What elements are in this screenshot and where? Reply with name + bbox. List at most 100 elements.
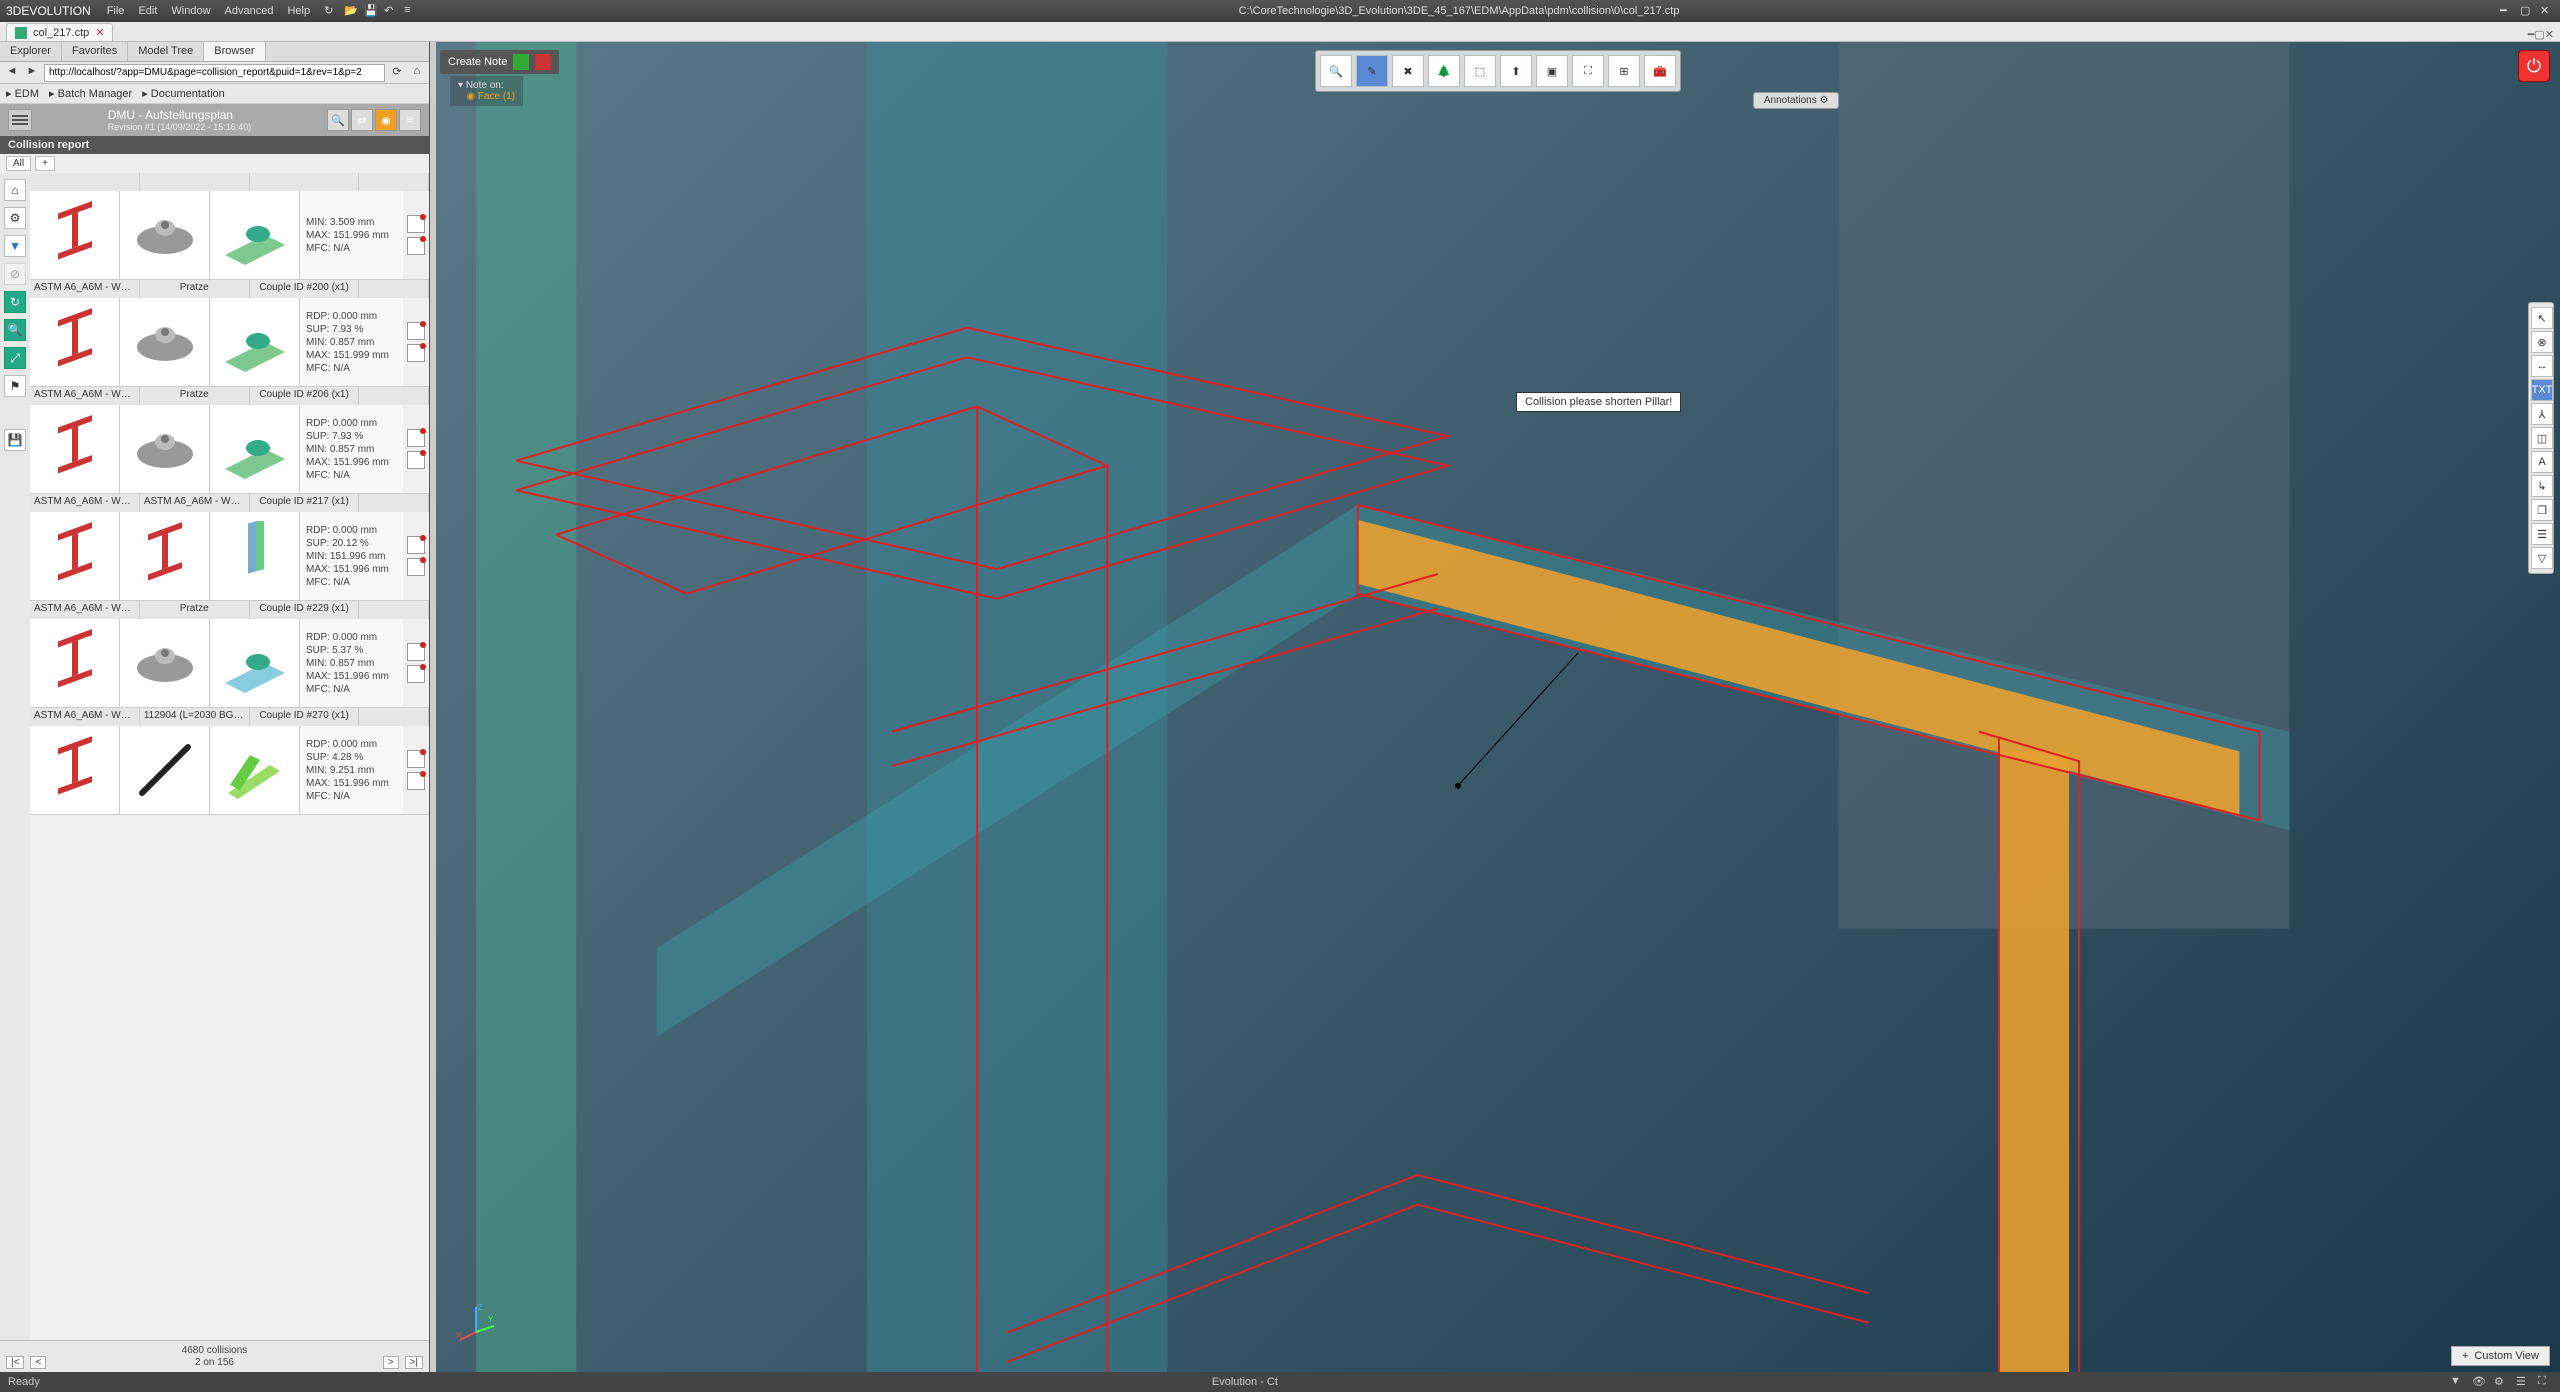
row-action-icon[interactable] (407, 451, 425, 469)
thumb-rod-black[interactable] (120, 726, 210, 814)
back-icon[interactable]: ◄ (4, 65, 20, 81)
page-prev-icon[interactable]: < (30, 1356, 46, 1369)
document-tab[interactable]: col_217.ctp ✕ (6, 23, 113, 41)
axis-gizmo[interactable]: Z Y X (456, 1302, 496, 1342)
tool-search-icon[interactable]: 🔍 (327, 109, 349, 131)
vp-search-icon[interactable]: 🔍 (1320, 55, 1352, 87)
row-action-icon[interactable] (407, 215, 425, 233)
vp-tree-icon[interactable]: 🌲 (1428, 55, 1460, 87)
hamburger-icon[interactable] (8, 109, 32, 131)
row-action-icon[interactable] (407, 665, 425, 683)
thumb-couple-lime[interactable] (210, 726, 300, 814)
collision-row[interactable]: ASTM A6_A6M - W6 x 15 ...ASTM A6_A6M - W… (30, 494, 429, 601)
open-icon[interactable]: 📂 (344, 4, 358, 18)
row-action-icon[interactable] (407, 322, 425, 340)
thumb-couple-green[interactable] (210, 405, 300, 493)
rr-measure-icon[interactable]: ↔ (2531, 355, 2553, 377)
menu-advanced[interactable]: Advanced (225, 5, 274, 17)
tool-highlight-icon[interactable]: ◉ (375, 109, 397, 131)
row-action-icon[interactable] (407, 750, 425, 768)
minimize-icon[interactable]: ━ (2500, 4, 2514, 18)
note-callout[interactable]: Collision please shorten Pillar! (1516, 392, 1681, 412)
vp-annotate-icon[interactable]: ✎ (1356, 55, 1388, 87)
thumb-pratze-grey[interactable] (120, 191, 210, 279)
menu-help[interactable]: Help (287, 5, 310, 17)
thumb-beam-red[interactable] (30, 726, 120, 814)
crumb-edm[interactable]: ▸ EDM (6, 87, 39, 100)
model-view[interactable] (436, 42, 2560, 1372)
rr-filter-icon[interactable]: ▽ (2531, 547, 2553, 569)
filter-all[interactable]: All (6, 156, 31, 171)
rr-target-icon[interactable]: ⊗ (2531, 331, 2553, 353)
collision-row[interactable]: ASTM A6_A6M - W6 x 15 ...PratzeCouple ID… (30, 280, 429, 387)
thumb-beam-red[interactable] (30, 191, 120, 279)
thumb-beam-red[interactable] (30, 619, 120, 707)
reload-icon[interactable]: ⟳ (389, 65, 405, 81)
maximize-icon[interactable]: ▢ (2520, 4, 2534, 18)
custom-view-button[interactable]: + Custom View (2451, 1346, 2550, 1366)
close-tab-icon[interactable]: ✕ (95, 26, 104, 39)
page-next-icon[interactable]: > (383, 1356, 399, 1369)
forward-icon[interactable]: ► (24, 65, 40, 81)
rail-zoom-icon[interactable]: 🔍 (4, 319, 26, 341)
thumb-couple-green[interactable] (210, 298, 300, 386)
row-action-icon[interactable] (407, 237, 425, 255)
tab-favorites[interactable]: Favorites (62, 42, 128, 61)
thumb-beam-red[interactable] (120, 512, 210, 600)
collision-row[interactable]: ASTM A6_A6M - W6 x 15 ...PratzeCouple ID… (30, 601, 429, 708)
vp-section-icon[interactable]: ▣ (1536, 55, 1568, 87)
row-action-icon[interactable] (407, 558, 425, 576)
tool-menu-icon[interactable]: ≡ (399, 109, 421, 131)
rr-layers-icon[interactable]: ☰ (2531, 523, 2553, 545)
thumb-couple-blue[interactable] (210, 512, 300, 600)
rr-text-icon[interactable]: TXT (2531, 379, 2553, 401)
row-action-icon[interactable] (407, 643, 425, 661)
page-first-icon[interactable]: |< (6, 1356, 24, 1369)
rail-save-icon[interactable]: 💾 (4, 429, 26, 451)
tab-explorer[interactable]: Explorer (0, 42, 62, 61)
list-icon[interactable]: ≡ (404, 4, 418, 18)
rr-pointer-icon[interactable]: ↖ (2531, 307, 2553, 329)
status-eye-icon[interactable]: 👁 (2472, 1375, 2486, 1389)
url-input[interactable] (44, 64, 385, 82)
cancel-icon[interactable] (535, 54, 551, 70)
save-icon[interactable]: 💾 (364, 4, 378, 18)
confirm-icon[interactable] (513, 54, 529, 70)
status-layers-icon[interactable]: ☰ (2516, 1375, 2530, 1389)
row-action-icon[interactable] (407, 344, 425, 362)
thumb-beam-red[interactable] (30, 405, 120, 493)
vp-box-icon[interactable]: ⬚ (1464, 55, 1496, 87)
rr-a-icon[interactable]: A (2531, 451, 2553, 473)
thumb-couple-cyan[interactable] (210, 619, 300, 707)
home-icon[interactable]: ⌂ (409, 65, 425, 81)
rr-graph-icon[interactable]: ⅄ (2531, 403, 2553, 425)
recent-icon[interactable]: ↻ (324, 4, 338, 18)
rail-home-icon[interactable]: ⌂ (4, 179, 26, 201)
menu-file[interactable]: File (107, 5, 125, 17)
rail-gear-icon[interactable]: ⚙ (4, 207, 26, 229)
collision-report[interactable]: MIN: 3.509 mmMAX: 151.996 mmMFC: N/AASTM… (30, 173, 429, 1340)
tab-model-tree[interactable]: Model Tree (128, 42, 204, 61)
thumb-beam-red[interactable] (30, 512, 120, 600)
vp-select-icon[interactable]: ⛶ (1572, 55, 1604, 87)
thumb-pratze-grey[interactable] (120, 619, 210, 707)
row-action-icon[interactable] (407, 536, 425, 554)
close-window-icon[interactable]: ✕ (2540, 4, 2554, 18)
page-last-icon[interactable]: >| (405, 1356, 423, 1369)
filter-add[interactable]: + (35, 156, 55, 171)
vp-tools-icon[interactable]: ✖ (1392, 55, 1424, 87)
rr-cube-icon[interactable]: ◫ (2531, 427, 2553, 449)
collision-row[interactable]: MIN: 3.509 mmMAX: 151.996 mmMFC: N/A (30, 173, 429, 280)
tab-browser[interactable]: Browser (204, 42, 265, 61)
tool-link-icon[interactable]: ⇄ (351, 109, 373, 131)
crumb-batch[interactable]: ▸ Batch Manager (49, 87, 132, 100)
status-fit-icon[interactable]: ⛶ (2538, 1375, 2552, 1389)
row-action-icon[interactable] (407, 429, 425, 447)
vp-grid-icon[interactable]: ⊞ (1608, 55, 1640, 87)
status-filter-icon[interactable]: ▼ (2450, 1375, 2464, 1389)
crumb-doc[interactable]: ▸ Documentation (142, 87, 225, 100)
rr-axis-icon[interactable]: ↳ (2531, 475, 2553, 497)
vp-more-icon[interactable]: 🧰 (1644, 55, 1676, 87)
thumb-couple-green[interactable] (210, 191, 300, 279)
rail-filter-icon[interactable]: ▼ (4, 235, 26, 257)
